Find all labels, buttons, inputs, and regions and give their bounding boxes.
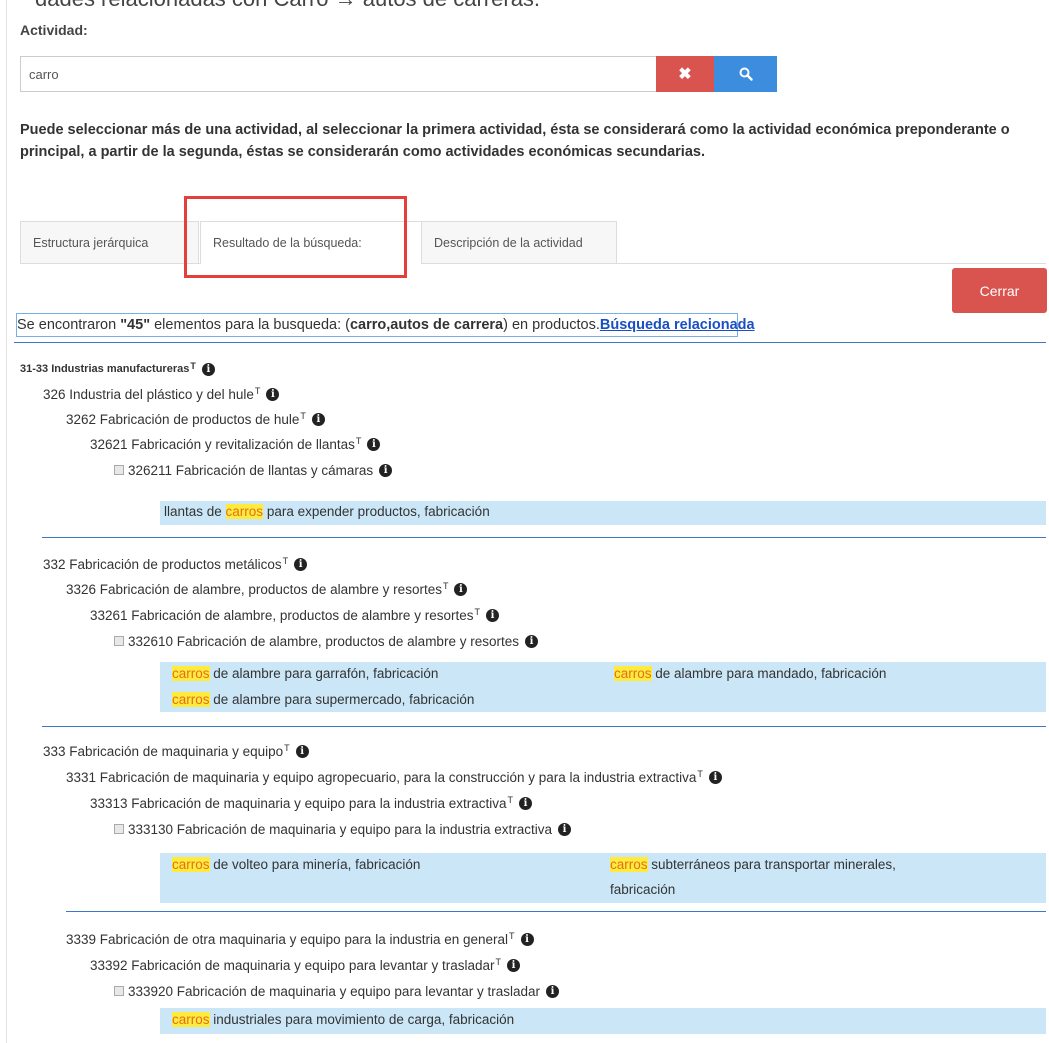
tree-node-sector[interactable]: 31-33 Industrias manufactureras Ti <box>20 358 215 380</box>
info-icon[interactable]: i <box>311 412 325 426</box>
tree-node-branch[interactable]: 3262 Fabricación de productos de hule Ti <box>66 408 325 430</box>
checkbox-icon[interactable] <box>114 636 124 646</box>
clear-search-button[interactable]: ✖ <box>656 56 714 92</box>
tree-node-branch[interactable]: 3339 Fabricación de otra maquinaria y eq… <box>66 928 534 950</box>
tree-node-subsector[interactable]: 326 Industria del plástico y del hule Ti <box>43 383 280 405</box>
info-icon[interactable]: i <box>485 608 499 622</box>
product-item[interactable]: llantas de carros para expender producto… <box>164 504 490 519</box>
info-icon[interactable]: i <box>294 557 308 571</box>
product-item[interactable]: carros industriales para movimiento de c… <box>172 1012 514 1027</box>
product-item-continuation[interactable]: fabricación <box>610 882 675 897</box>
selection-notice: Puede seleccionar más de una actividad, … <box>20 122 1010 160</box>
tab-activity-description[interactable]: Descripción de la actividad <box>421 221 617 263</box>
tree-node-subbranch[interactable]: 33261 Fabricación de alambre, productos … <box>90 604 499 626</box>
tree-node-subsector[interactable]: 332 Fabricación de productos metálicos Ti <box>43 553 308 575</box>
divider <box>14 342 1046 343</box>
info-icon[interactable]: i <box>295 744 309 758</box>
product-row: carros industriales para movimiento de c… <box>160 1008 1046 1034</box>
product-item[interactable]: carros subterráneos para transportar min… <box>610 857 896 872</box>
product-row: carros de volteo para minería, fabricaci… <box>160 853 1046 903</box>
info-icon[interactable]: i <box>546 984 560 998</box>
divider <box>42 537 1046 538</box>
activity-search-input[interactable] <box>20 56 656 92</box>
product-item[interactable]: carros de alambre para supermercado, fab… <box>172 692 474 707</box>
info-icon[interactable]: i <box>520 932 534 946</box>
checkbox-icon[interactable] <box>114 824 124 834</box>
info-icon[interactable]: i <box>367 437 381 451</box>
search-button[interactable] <box>714 56 777 92</box>
tree-node-class[interactable]: 326211 Fabricación de llantas y cámaras i <box>114 459 393 481</box>
product-item[interactable]: carros de alambre para mandado, fabricac… <box>614 666 886 681</box>
product-row: llantas de carros para expender producto… <box>160 501 1046 525</box>
info-icon[interactable]: i <box>558 822 572 836</box>
info-icon[interactable]: i <box>266 387 280 401</box>
search-summary: Se encontraron "45" elementos para la bu… <box>16 313 755 337</box>
tree-node-class[interactable]: 333130 Fabricación de maquinaria y equip… <box>114 818 572 840</box>
tab-hierarchy[interactable]: Estructura jerárquica <box>20 221 199 263</box>
related-search-link[interactable]: Búsqueda relacionada <box>600 317 755 333</box>
tree-node-subbranch[interactable]: 33392 Fabricación de maquinaria y equipo… <box>90 954 520 976</box>
close-icon: ✖ <box>678 66 692 83</box>
result-count: "45" <box>120 317 151 333</box>
divider <box>42 726 1046 727</box>
checkbox-icon[interactable] <box>114 465 124 475</box>
info-icon[interactable]: i <box>507 958 520 972</box>
activity-label: Actividad: <box>20 22 88 38</box>
clipped-heading: dades relacionadas con Carro → autos de … <box>35 0 540 12</box>
search-terms: carro,autos de carrera <box>349 317 504 333</box>
product-item[interactable]: carros de volteo para minería, fabricaci… <box>172 857 420 872</box>
tab-highlight-box <box>184 196 407 278</box>
info-icon[interactable]: i <box>379 463 393 477</box>
product-row: carros de alambre para garrafón, fabrica… <box>160 662 1046 712</box>
search-icon <box>739 67 753 81</box>
left-border <box>6 0 7 1043</box>
tree-node-subbranch[interactable]: 32621 Fabricación y revitalización de ll… <box>90 433 381 455</box>
tree-node-branch[interactable]: 3326 Fabricación de alambre, productos d… <box>66 578 468 600</box>
divider <box>66 911 1046 912</box>
tree-node-subbranch[interactable]: 33313 Fabricación de maquinaria y equipo… <box>90 792 532 814</box>
checkbox-icon[interactable] <box>114 986 124 996</box>
tree-node-subsector[interactable]: 333 Fabricación de maquinaria y equipo Ti <box>43 740 309 762</box>
tree-node-class[interactable]: 332610 Fabricación de alambre, productos… <box>114 630 538 652</box>
info-icon[interactable]: i <box>708 770 722 784</box>
tree-node-branch[interactable]: 3331 Fabricación de maquinaria y equipo … <box>66 766 722 788</box>
info-icon[interactable]: i <box>201 362 215 376</box>
close-button[interactable]: Cerrar <box>952 268 1047 313</box>
info-icon[interactable]: i <box>454 582 468 596</box>
tab-bar: Estructura jerárquica Resultado de la bú… <box>20 221 1046 264</box>
tree-node-class[interactable]: 333920 Fabricación de maquinaria y equip… <box>114 980 560 1002</box>
info-icon[interactable]: i <box>519 796 532 810</box>
info-icon[interactable]: i <box>524 634 538 648</box>
product-item[interactable]: carros de alambre para garrafón, fabrica… <box>172 666 438 681</box>
